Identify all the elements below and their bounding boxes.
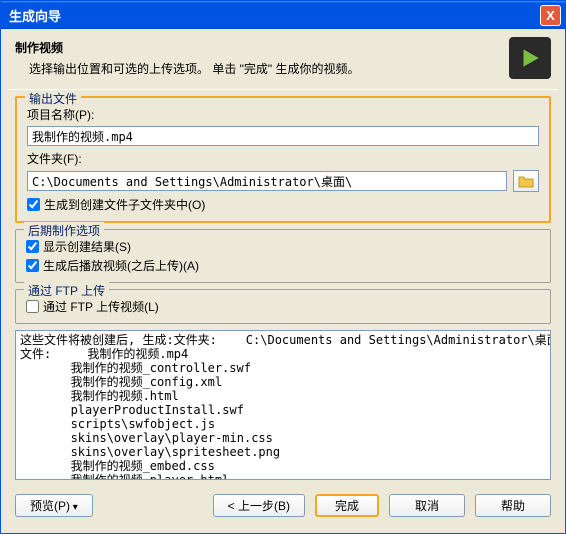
post-legend: 后期制作选项	[24, 222, 104, 239]
header: 制作视频 选择输出位置和可选的上传选项。 单击 "完成" 生成你的视频。	[1, 29, 565, 89]
header-text: 制作视频 选择输出位置和可选的上传选项。 单击 "完成" 生成你的视频。	[15, 39, 509, 77]
window-title: 生成向导	[9, 6, 540, 25]
help-button[interactable]: 帮助	[475, 494, 551, 517]
output-legend: 输出文件	[25, 90, 81, 107]
browse-button[interactable]	[513, 170, 539, 192]
button-row: 预览(P) < 上一步(B) 完成 取消 帮助	[1, 486, 565, 525]
play-after-label: 生成后播放视频(之后上传)(A)	[43, 257, 199, 274]
post-group: 后期制作选项 显示创建结果(S) 生成后播放视频(之后上传)(A)	[15, 229, 551, 283]
project-name-input[interactable]	[27, 126, 539, 146]
cancel-button[interactable]: 取消	[389, 494, 465, 517]
play-after-checkbox[interactable]	[26, 259, 39, 272]
subfolder-checkbox[interactable]	[27, 198, 40, 211]
finish-button[interactable]: 完成	[315, 494, 379, 517]
folder-icon	[518, 174, 534, 188]
ftp-group: 通过 FTP 上传 通过 FTP 上传视频(L)	[15, 289, 551, 324]
close-icon: X	[546, 8, 555, 23]
close-button[interactable]: X	[540, 5, 561, 26]
output-group: 输出文件 项目名称(P): 文件夹(F): 生成到创建文件子文件夹中(O)	[15, 96, 551, 223]
ftp-legend: 通过 FTP 上传	[24, 282, 109, 299]
wizard-window: 生成向导 X 制作视频 选择输出位置和可选的上传选项。 单击 "完成" 生成你的…	[0, 0, 566, 534]
preview-button[interactable]: 预览(P)	[15, 494, 93, 517]
body: 输出文件 项目名称(P): 文件夹(F): 生成到创建文件子文件夹中(O)	[1, 90, 565, 486]
header-title: 制作视频	[15, 39, 509, 56]
back-button[interactable]: < 上一步(B)	[213, 494, 305, 517]
details-textarea[interactable]: 这些文件将被创建后, 生成:文件夹: C:\Documents and Sett…	[15, 330, 551, 480]
ftp-upload-label: 通过 FTP 上传视频(L)	[43, 298, 159, 315]
header-subtitle: 选择输出位置和可选的上传选项。 单击 "完成" 生成你的视频。	[29, 60, 509, 77]
folder-input[interactable]	[27, 171, 507, 191]
show-results-label: 显示创建结果(S)	[43, 238, 131, 255]
show-results-checkbox[interactable]	[26, 240, 39, 253]
folder-label: 文件夹(F):	[27, 150, 539, 167]
produce-icon	[509, 37, 551, 79]
project-name-label: 项目名称(P):	[27, 106, 539, 123]
subfolder-label: 生成到创建文件子文件夹中(O)	[44, 196, 205, 213]
ftp-upload-checkbox[interactable]	[26, 300, 39, 313]
titlebar[interactable]: 生成向导 X	[1, 1, 565, 29]
